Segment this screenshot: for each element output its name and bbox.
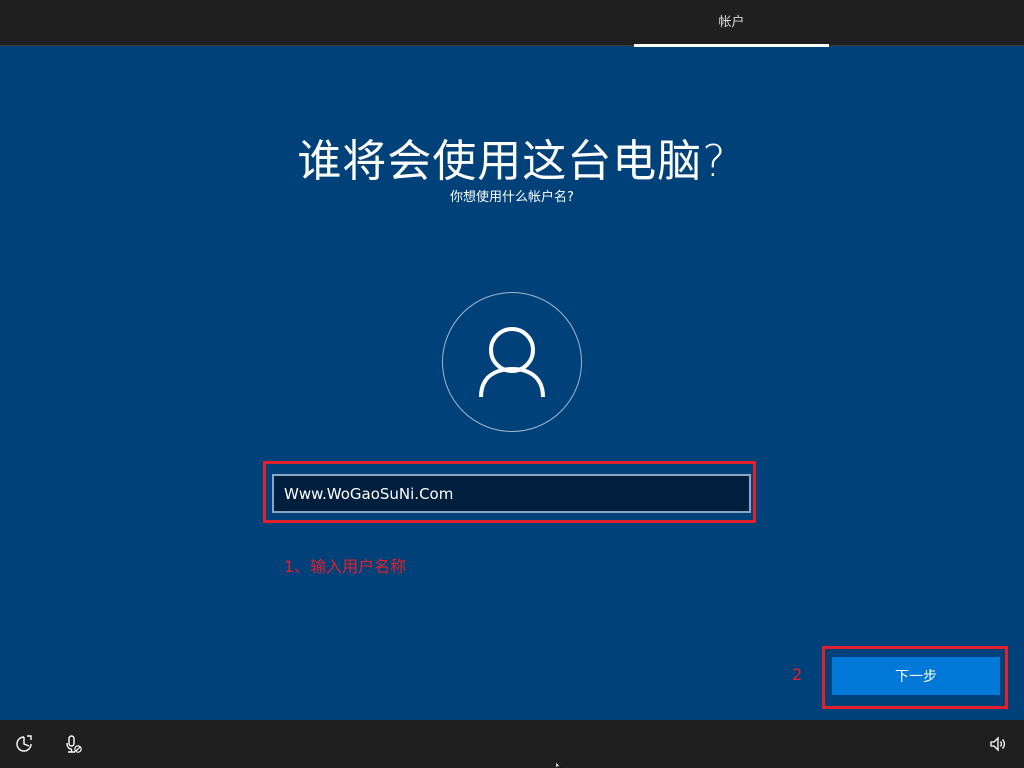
setup-panel: 谁将会使用这台电脑? 你想使用什么帐户名? 1、输入用户名称 2 下一步 — [0, 47, 1024, 720]
top-bar-divider — [0, 45, 1024, 46]
mouse-cursor-icon — [556, 762, 562, 768]
user-icon — [479, 327, 545, 398]
microphone-off-icon[interactable] — [63, 734, 83, 754]
bottom-bar — [0, 720, 1024, 768]
annotation-step1: 1、输入用户名称 — [284, 557, 407, 576]
tab-account[interactable]: 帐户 — [634, 0, 829, 46]
page-title: 谁将会使用这台电脑? — [297, 136, 727, 187]
annotation-step2: 2 — [792, 665, 803, 684]
username-input[interactable] — [272, 474, 751, 513]
top-bar: 帐户 — [0, 0, 1024, 47]
volume-icon[interactable] — [988, 734, 1008, 754]
ease-of-access-icon[interactable] — [14, 734, 34, 754]
next-button[interactable]: 下一步 — [832, 657, 1000, 695]
avatar — [442, 292, 582, 432]
page-subtitle: 你想使用什么帐户名? — [450, 190, 574, 205]
